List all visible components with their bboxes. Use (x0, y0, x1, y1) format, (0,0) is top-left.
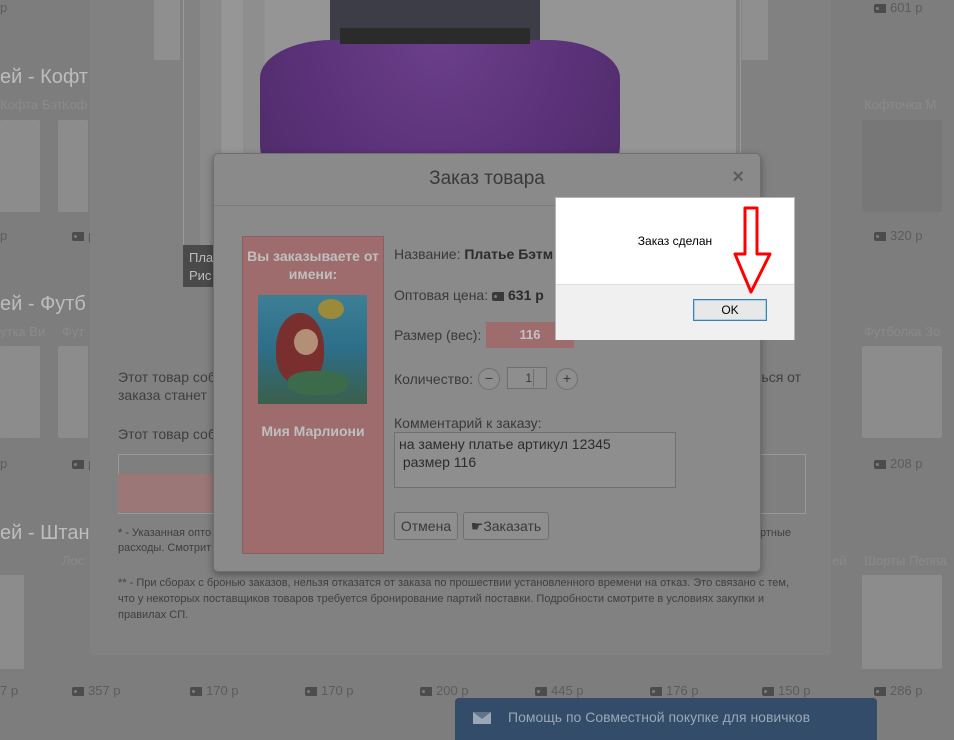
avatar-tail (288, 371, 348, 395)
size-table-selected-cell[interactable] (118, 474, 214, 512)
section-title-jackets: ей - Кофт (0, 66, 89, 88)
section-title-tshirts: ей - Футб (0, 293, 86, 315)
price-value: 631 р (508, 287, 544, 303)
footnote: ртные (760, 527, 792, 539)
tag-icon (874, 4, 886, 13)
name-label: Название: (394, 246, 461, 262)
comment-label: Комментарий к заказу: (394, 415, 542, 431)
price-label: 150 р (762, 683, 811, 698)
avatar (258, 295, 367, 404)
price-label: р (0, 228, 8, 243)
product-thumbnail[interactable] (0, 346, 40, 438)
tag-icon (874, 460, 886, 469)
price-label: 286 р (874, 683, 923, 698)
close-icon[interactable]: × (732, 166, 744, 189)
cancel-button[interactable]: Отмена (394, 512, 458, 540)
tag-icon (190, 687, 202, 696)
buyer-heading: Вы заказываете от имени: (247, 248, 379, 282)
quantity-minus-button[interactable]: − (478, 368, 500, 390)
tag-icon (874, 687, 886, 696)
dialog-title: Заказ товара (429, 168, 545, 189)
product-name[interactable]: Фут (62, 324, 84, 339)
quantity-label: Количество: (394, 371, 474, 387)
footnote: расходы. Смотрит (118, 542, 212, 554)
product-name[interactable]: Футболка Зо (864, 324, 940, 339)
price-label: 357 р (72, 683, 121, 698)
product-thumbnail[interactable] (58, 120, 88, 212)
tag-icon (72, 232, 84, 241)
price-label: 170 р (305, 683, 354, 698)
caption-line: Пла (189, 250, 214, 265)
buyer-name: Мия Марлиони (261, 423, 365, 439)
price-label: 208 р (874, 456, 923, 471)
quantity-input[interactable]: 1 (507, 367, 547, 389)
photo-caption: Пла Рис (183, 245, 213, 287)
size-label: Размер (вес): (394, 327, 482, 343)
order-button[interactable]: ☛Заказать (463, 512, 549, 540)
product-name[interactable]: утка Ви (0, 324, 45, 339)
buyer-panel: Вы заказываете от имени: Мия Марлиони (242, 236, 384, 554)
tag-icon (492, 292, 504, 301)
product-thumbnail[interactable] (0, 120, 40, 212)
product-name[interactable]: ей (832, 553, 847, 568)
product-name[interactable]: Коф (62, 97, 88, 112)
avatar-fish (318, 299, 344, 319)
product-note: заказа станет (118, 387, 207, 403)
tag-icon (535, 687, 547, 696)
comment-textarea[interactable]: на замену платье артикул 12345 размер 11… (394, 432, 676, 488)
product-thumbnail[interactable] (862, 346, 942, 438)
product-name-row: Название: Платье Бэтм (394, 246, 553, 262)
product-name[interactable]: Кофточка М (864, 97, 936, 112)
price-label: 320 р (874, 228, 923, 243)
tag-icon (650, 687, 662, 696)
help-bar[interactable]: Помощь по Совместной покупке для новичко… (455, 698, 877, 740)
product-note: Этот товар собе (118, 426, 224, 442)
caption-line: Рис (189, 268, 212, 283)
product-name[interactable]: Лос (62, 553, 84, 568)
price-label: 170 р (190, 683, 239, 698)
price-label: 200 р (420, 683, 469, 698)
help-bar-label: Помощь по Совместной покупке для новичко… (508, 709, 811, 725)
hand-icon: ☛ (470, 518, 484, 534)
price-label: р (0, 0, 8, 15)
gallery-next-arrow[interactable] (742, 0, 768, 60)
price-label: 601 р (874, 0, 923, 15)
product-thumbnail[interactable] (0, 575, 24, 669)
quantity-value: 1 (525, 371, 532, 385)
envelope-icon (473, 712, 491, 724)
product-thumbnail[interactable] (862, 120, 942, 212)
product-note: ться от (755, 369, 802, 385)
quantity-plus-button[interactable]: + (556, 368, 578, 390)
avatar-face (294, 329, 318, 355)
section-title-pants: ей - Штан (0, 522, 90, 544)
red-arrow-annotation (733, 206, 772, 294)
name-value: Платье Бэтм (464, 246, 554, 262)
tag-icon (72, 687, 84, 696)
price-label: 445 р (535, 683, 584, 698)
product-name[interactable]: Шорты Пеппа (864, 553, 947, 568)
tag-icon (762, 687, 774, 696)
product-thumbnail[interactable] (58, 346, 88, 438)
tag-icon (874, 232, 886, 241)
footnote-reservation: ** - При сборах с бронью заказов, нельзя… (118, 577, 790, 621)
ok-button[interactable]: OK (693, 299, 767, 321)
price-label: Оптовая цена: (394, 287, 489, 303)
price-label: 176 р (650, 683, 699, 698)
order-button-label: Заказать (483, 518, 542, 534)
quantity-spinner[interactable] (533, 369, 545, 387)
tag-icon (305, 687, 317, 696)
tag-icon (420, 687, 432, 696)
price-row: Оптовая цена: 631 р (394, 287, 544, 303)
dress-belt (340, 28, 530, 44)
price-label: 7 р (0, 683, 19, 698)
footnote: * - Указанная опто (118, 527, 212, 539)
product-note: Этот товар собе (118, 369, 224, 385)
product-name[interactable]: Кофта Бэт (0, 97, 63, 112)
gallery-prev-arrow[interactable] (154, 0, 180, 60)
price-label: р (0, 456, 8, 471)
product-thumbnail[interactable] (862, 575, 942, 669)
tag-icon (72, 460, 84, 469)
